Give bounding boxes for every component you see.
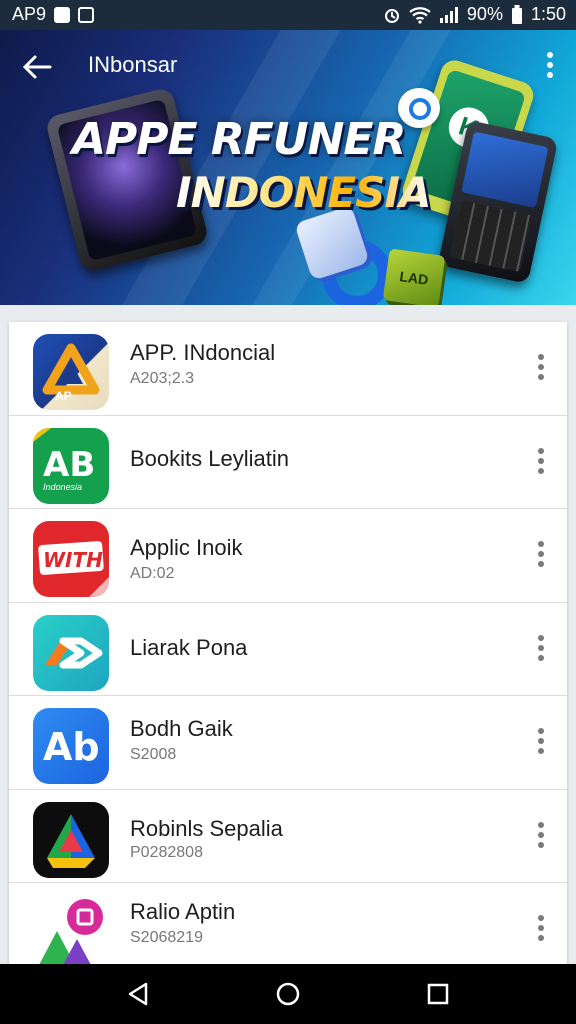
icon-subtext: Indonesia <box>43 482 82 492</box>
app-subtitle: S2068219 <box>130 929 203 946</box>
ab-green-art: ABIndonesia <box>33 427 95 492</box>
green-cube-label: LAD <box>398 268 430 288</box>
icon-text: AP <box>55 389 72 403</box>
list-item[interactable]: WITH Applic Inoik AD:02 <box>9 509 567 603</box>
dot <box>538 654 544 661</box>
dot <box>538 644 544 651</box>
dot <box>538 551 544 557</box>
back-arrow-icon[interactable] <box>20 50 54 84</box>
overflow-menu-button[interactable] <box>546 52 554 80</box>
drive-triangle-art <box>47 813 95 868</box>
app-name: Robinls Sepalia <box>130 815 283 841</box>
dot <box>538 364 544 370</box>
red-sticker-art: WITH <box>38 541 109 597</box>
keypad <box>449 200 532 273</box>
header-banner: K LAD APPE RFUNER INDONESIA INDONESIA IN… <box>0 30 576 305</box>
ab-blue-art: Ab <box>43 725 100 769</box>
wifi-icon <box>409 6 431 24</box>
status-right: 90% 1:50 <box>383 4 566 25</box>
pink-badge-art <box>39 899 103 964</box>
item-more-button[interactable] <box>537 634 545 665</box>
dot <box>538 561 544 567</box>
icon-text: Ab <box>43 725 100 769</box>
ap-triangle-icon: AP <box>33 334 109 410</box>
list-item[interactable]: Ab Bodh Gaik S2008 <box>9 696 567 790</box>
battery-percent: 90% <box>466 4 503 24</box>
drive-triangle-icon <box>33 801 109 878</box>
app-name: Bookits Leyliatin <box>130 445 289 471</box>
app-subtitle: AD:02 <box>130 565 175 582</box>
nav-back-icon[interactable] <box>124 980 152 1008</box>
dot <box>538 925 544 931</box>
page-title: INbonsar <box>88 52 178 77</box>
teal-arrow-icon <box>33 614 109 691</box>
list-item[interactable]: Ralio Aptin S2068219 <box>9 883 567 964</box>
dot <box>538 748 544 754</box>
app-name: APP. INdoncial <box>130 340 276 365</box>
nav-home-icon[interactable] <box>274 980 302 1008</box>
list-item[interactable]: AP APP. INdoncial A203;2.3 <box>9 322 567 416</box>
list-item[interactable]: AB Indonesia Bookits Leyliatin <box>9 416 567 509</box>
app-name: Bodh Gaik <box>130 716 233 741</box>
dot <box>538 447 544 454</box>
notification-icon <box>54 6 71 23</box>
dot <box>538 467 544 474</box>
item-more-button[interactable] <box>537 728 545 758</box>
dot <box>547 72 553 78</box>
dot <box>538 728 544 734</box>
battery-icon <box>511 4 522 24</box>
dot <box>538 821 544 828</box>
ab-green-icon: AB Indonesia <box>33 427 109 504</box>
dot <box>547 52 553 58</box>
notification-box-icon <box>78 6 95 23</box>
dot <box>538 634 544 641</box>
dot <box>538 738 544 744</box>
icon-text: WITH <box>43 548 103 572</box>
dot <box>538 541 544 547</box>
app-subtitle: S2008 <box>130 746 177 763</box>
ap-triangle-art: AP <box>42 343 100 403</box>
dot <box>538 935 544 941</box>
dot <box>538 457 544 464</box>
app-name: Ralio Aptin <box>130 899 236 924</box>
dot <box>547 62 553 68</box>
phone-screen <box>461 131 549 208</box>
pink-badge-icon <box>33 895 109 964</box>
list-item[interactable]: Robinls Sepalia P0282808 <box>9 790 567 883</box>
item-more-button[interactable] <box>537 541 545 571</box>
item-more-button[interactable] <box>537 915 545 945</box>
banner-headline-line2: INDONESIA <box>176 168 432 217</box>
dot <box>538 915 544 921</box>
banner-headline-line1: APPE RFUNER <box>72 114 406 165</box>
app-name: Applic Inoik <box>130 535 243 560</box>
dot <box>538 831 544 838</box>
green-cube-decoration: LAD <box>382 248 446 305</box>
clock: 1:50 <box>530 4 566 24</box>
signal-icon <box>439 6 458 23</box>
icon-text: AB <box>43 445 95 485</box>
dot <box>538 374 544 380</box>
ab-blue-icon: Ab <box>33 708 109 784</box>
dot <box>538 354 544 360</box>
item-more-button[interactable] <box>537 354 545 384</box>
status-bar: AP9 90% 1:50 <box>0 0 576 30</box>
app-subtitle: P0282808 <box>130 843 203 861</box>
teal-arrow-art <box>45 636 103 668</box>
list-item[interactable]: Liarak Pona <box>9 603 567 696</box>
item-more-button[interactable] <box>537 447 545 478</box>
dot <box>538 841 544 848</box>
red-sticker-icon: WITH <box>33 521 109 597</box>
status-carrier-text: AP9 <box>12 4 47 24</box>
app-name: Liarak Pona <box>130 634 248 660</box>
system-nav-bar <box>0 964 576 1024</box>
alarm-icon <box>384 8 399 23</box>
item-more-button[interactable] <box>537 821 545 852</box>
app-subtitle: A203;2.3 <box>130 370 195 387</box>
app-list: AP APP. INdoncial A203;2.3 AB Indonesia B… <box>9 322 567 964</box>
status-left: AP9 <box>12 4 95 25</box>
nav-recents-icon[interactable] <box>424 980 452 1008</box>
